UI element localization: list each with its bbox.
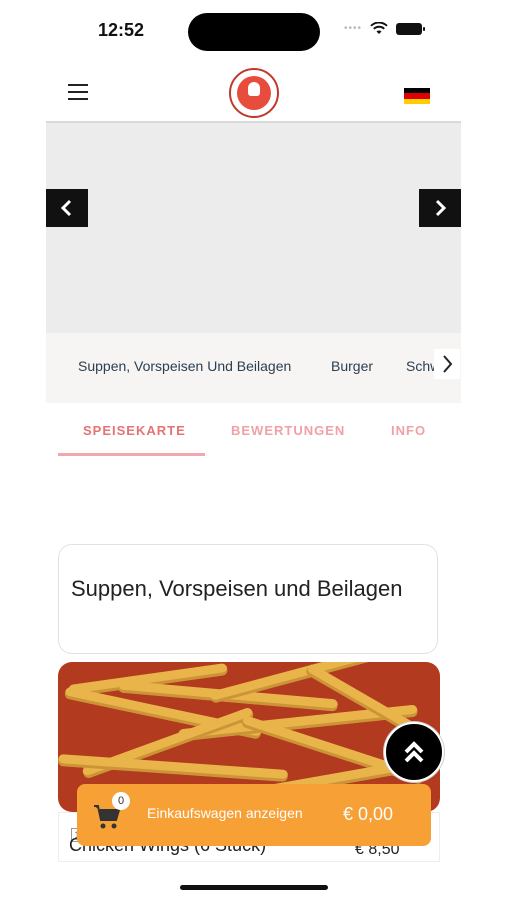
cart-count-badge: 0 (112, 792, 130, 810)
cart-total: € 0,00 (343, 804, 394, 824)
view-cart-button[interactable]: 0 Einkaufswagen anzeigen € 0,00 (77, 784, 431, 846)
home-indicator[interactable] (180, 885, 328, 890)
tab-speisekarte[interactable]: SPEISEKARTE (83, 423, 186, 438)
dynamic-island (188, 13, 320, 51)
carousel-next-button[interactable] (419, 189, 461, 227)
tab-info[interactable]: INFO (391, 423, 426, 438)
battery-icon (396, 22, 426, 35)
scroll-top-button[interactable] (384, 722, 444, 782)
language-flag-icon[interactable] (404, 88, 430, 104)
category-bar: Suppen, Vorspeisen Und Beilagen Burger S… (46, 333, 461, 403)
double-chevron-up-icon (404, 741, 424, 763)
chevron-left-icon (60, 199, 72, 217)
category-burger[interactable]: Burger (331, 358, 373, 374)
carousel-prev-button[interactable] (46, 189, 88, 227)
tab-bewertungen[interactable]: BEWERTUNGEN (231, 423, 345, 438)
category-next-button[interactable] (434, 349, 460, 379)
section-header-card: Suppen, Vorspeisen und Beilagen (58, 544, 438, 654)
chevron-right-icon (443, 355, 453, 373)
chevron-right-icon (435, 199, 447, 217)
image-carousel[interactable] (46, 123, 461, 333)
section-title: Suppen, Vorspeisen und Beilagen (71, 576, 403, 601)
cart-label: Einkaufswagen anzeigen (147, 805, 303, 821)
menu-icon[interactable] (68, 84, 88, 100)
active-tab-indicator (58, 453, 205, 456)
wifi-icon (370, 22, 388, 34)
restaurant-logo[interactable] (229, 68, 279, 118)
category-soups[interactable]: Suppen, Vorspeisen Und Beilagen (78, 358, 291, 374)
status-icons: •••• (344, 22, 426, 35)
signal-icon: •••• (344, 23, 363, 34)
status-time: 12:52 (98, 20, 145, 40)
